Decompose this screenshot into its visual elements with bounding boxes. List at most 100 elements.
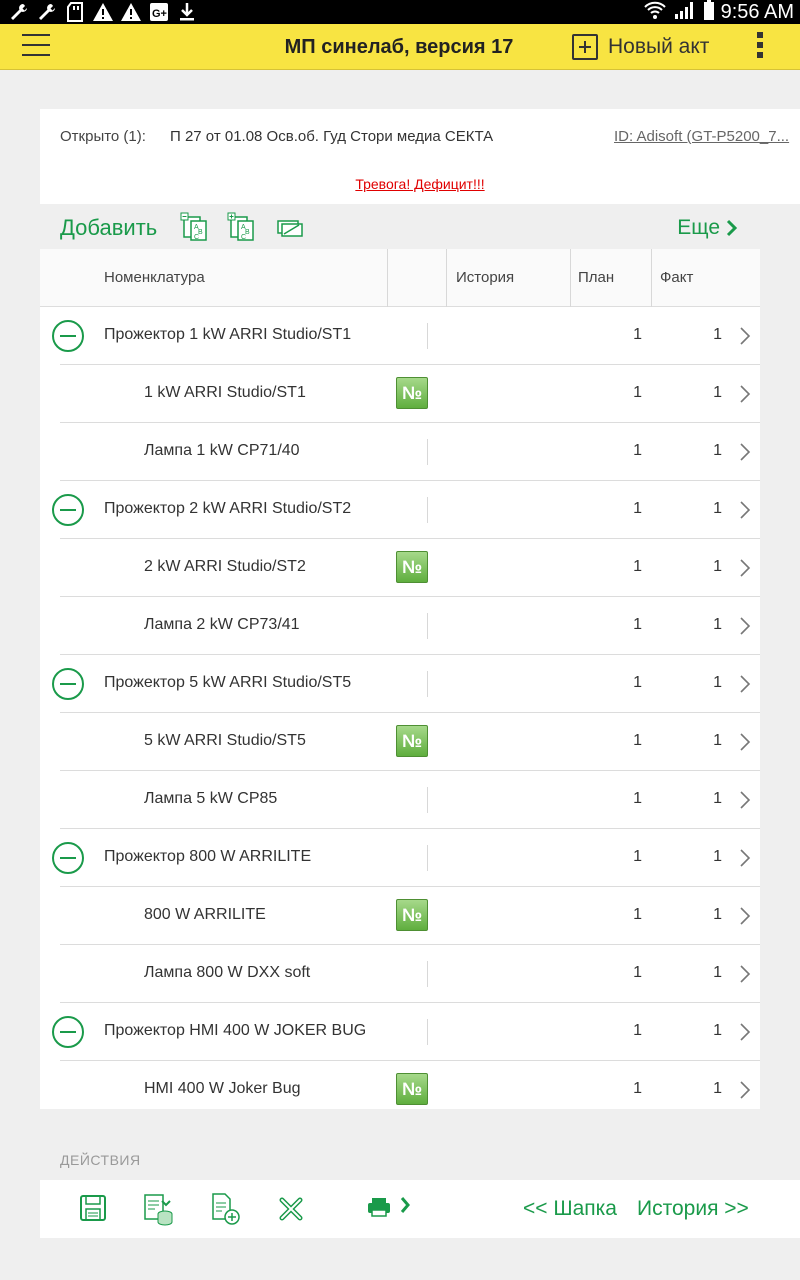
open-document-title[interactable]: П 27 от 01.08 Осв.об. Гуд Стори медиа СЕ…: [170, 128, 493, 145]
row-plan-value: 1: [633, 1022, 642, 1039]
chevron-right-icon[interactable]: [738, 1080, 752, 1100]
collapse-all-icon[interactable]: A B C: [180, 212, 210, 242]
column-header-fact[interactable]: Факт: [660, 269, 693, 286]
collapse-group-icon[interactable]: [52, 320, 84, 352]
collapse-group-icon[interactable]: [52, 1016, 84, 1048]
deficit-alarm-link[interactable]: Тревога! Дефицит!!!: [40, 176, 800, 192]
row-divider: [427, 439, 428, 465]
column-header-nomenclature[interactable]: Номенклатура: [104, 269, 205, 286]
google-plus-icon: G+: [148, 2, 170, 22]
table-row[interactable]: Прожектор 800 W ARRILITE 1 1: [40, 829, 760, 887]
column-divider: [387, 249, 388, 307]
row-fact-value: 1: [713, 906, 722, 923]
table-row[interactable]: 800 W ARRILITE № 1 1: [40, 887, 760, 945]
table-row[interactable]: HMI 400 W Joker Bug № 1 1: [40, 1061, 760, 1109]
row-fact-value: 1: [713, 790, 722, 807]
table-row[interactable]: Лампа 2 kW CP73/41 1 1: [40, 597, 760, 655]
serial-number-badge-icon[interactable]: №: [396, 899, 428, 931]
history-forward-link[interactable]: История >>: [637, 1197, 749, 1221]
table-row[interactable]: 1 kW ARRI Studio/ST1 № 1 1: [40, 365, 760, 423]
header-back-link[interactable]: << Шапка: [523, 1197, 617, 1221]
row-fact-value: 1: [713, 326, 722, 343]
chevron-right-icon[interactable]: [738, 732, 752, 752]
actions-bar: << Шапка История >>: [40, 1180, 800, 1238]
row-name: 2 kW ARRI Studio/ST2: [144, 558, 306, 575]
row-fact-value: 1: [713, 964, 722, 981]
row-plan-value: 1: [633, 1080, 642, 1097]
table-row[interactable]: Лампа 1 kW CP71/40 1 1: [40, 423, 760, 481]
chevron-right-icon[interactable]: [738, 500, 752, 520]
table-row[interactable]: 5 kW ARRI Studio/ST5 № 1 1: [40, 713, 760, 771]
table-row[interactable]: Прожектор 5 kW ARRI Studio/ST5 1 1: [40, 655, 760, 713]
chevron-right-icon[interactable]: [738, 906, 752, 926]
chevron-right-icon[interactable]: [738, 674, 752, 694]
table-row[interactable]: 2 kW ARRI Studio/ST2 № 1 1: [40, 539, 760, 597]
row-name: Прожектор 5 kW ARRI Studio/ST5: [104, 674, 352, 691]
list-toolbar: Добавить A B C A B C Еще: [40, 210, 760, 248]
actions-section-label: ДЕЙСТВИЯ: [60, 1152, 141, 1168]
toggle-view-icon[interactable]: [275, 212, 305, 242]
row-divider: [427, 845, 428, 871]
add-button[interactable]: Добавить: [60, 215, 157, 241]
row-divider: [427, 497, 428, 523]
column-header-plan[interactable]: План: [578, 269, 614, 286]
row-fact-value: 1: [713, 732, 722, 749]
row-name: Лампа 5 kW CP85: [144, 790, 278, 807]
system-icons: 9:56 AM: [643, 0, 794, 24]
serial-number-badge-icon[interactable]: №: [396, 551, 428, 583]
chevron-right-icon[interactable]: [738, 384, 752, 404]
row-plan-value: 1: [633, 384, 642, 401]
row-fact-value: 1: [713, 1080, 722, 1097]
table-row[interactable]: Прожектор 1 kW ARRI Studio/ST1 1 1: [40, 307, 760, 365]
chevron-right-icon[interactable]: [738, 964, 752, 984]
serial-number-badge-icon[interactable]: №: [396, 725, 428, 757]
collapse-group-icon[interactable]: [52, 494, 84, 526]
row-divider: [427, 671, 428, 697]
more-button[interactable]: Еще: [677, 216, 738, 240]
close-icon[interactable]: [276, 1192, 306, 1226]
add-box-icon: [572, 34, 598, 60]
serial-number-badge-icon[interactable]: №: [396, 377, 428, 409]
table-row[interactable]: Прожектор HMI 400 W JOKER BUG 1 1: [40, 1003, 760, 1061]
device-id-link[interactable]: ID: Adisoft (GT-P5200_7...: [614, 128, 800, 145]
row-fact-value: 1: [713, 616, 722, 633]
row-fact-value: 1: [713, 384, 722, 401]
collapse-group-icon[interactable]: [52, 668, 84, 700]
serial-number-badge-icon[interactable]: №: [396, 1073, 428, 1105]
column-header-history[interactable]: История: [456, 269, 514, 286]
row-plan-value: 1: [633, 732, 642, 749]
table-row[interactable]: Лампа 5 kW CP85 1 1: [40, 771, 760, 829]
chevron-right-icon[interactable]: [738, 442, 752, 462]
row-fact-value: 1: [713, 674, 722, 691]
chevron-right-icon[interactable]: [738, 558, 752, 578]
chevron-right-icon[interactable]: [738, 848, 752, 868]
collapse-group-icon[interactable]: [52, 842, 84, 874]
chevron-right-icon[interactable]: [738, 326, 752, 346]
chevron-right-icon[interactable]: [738, 790, 752, 810]
expand-all-icon[interactable]: A B C: [227, 212, 257, 242]
table-row[interactable]: Лампа 800 W DXX soft 1 1: [40, 945, 760, 1003]
row-name: Прожектор 1 kW ARRI Studio/ST1: [104, 326, 352, 343]
chevron-right-icon[interactable]: [738, 616, 752, 636]
row-name: 5 kW ARRI Studio/ST5: [144, 732, 306, 749]
row-plan-value: 1: [633, 790, 642, 807]
column-divider: [446, 249, 447, 307]
sd-card-icon: [64, 2, 86, 22]
wrench-icon: [36, 2, 58, 22]
wrench-icon: [8, 2, 30, 22]
print-menu-icon[interactable]: [366, 1192, 416, 1226]
chevron-right-icon[interactable]: [738, 1022, 752, 1042]
overflow-menu-icon[interactable]: [754, 32, 766, 62]
signal-icon: [673, 0, 697, 25]
row-fact-value: 1: [713, 848, 722, 865]
save-icon[interactable]: [78, 1192, 108, 1226]
new-document-icon[interactable]: [210, 1192, 240, 1226]
document-info-card: Открыто (1): П 27 от 01.08 Осв.об. Гуд С…: [40, 109, 800, 204]
row-plan-value: 1: [633, 906, 642, 923]
table-header: Номенклатура История План Факт: [40, 249, 760, 307]
post-document-icon[interactable]: [143, 1192, 173, 1226]
warning-icon: [120, 2, 142, 22]
row-plan-value: 1: [633, 442, 642, 459]
table-row[interactable]: Прожектор 2 kW ARRI Studio/ST2 1 1: [40, 481, 760, 539]
new-act-button[interactable]: Новый акт: [572, 33, 709, 61]
